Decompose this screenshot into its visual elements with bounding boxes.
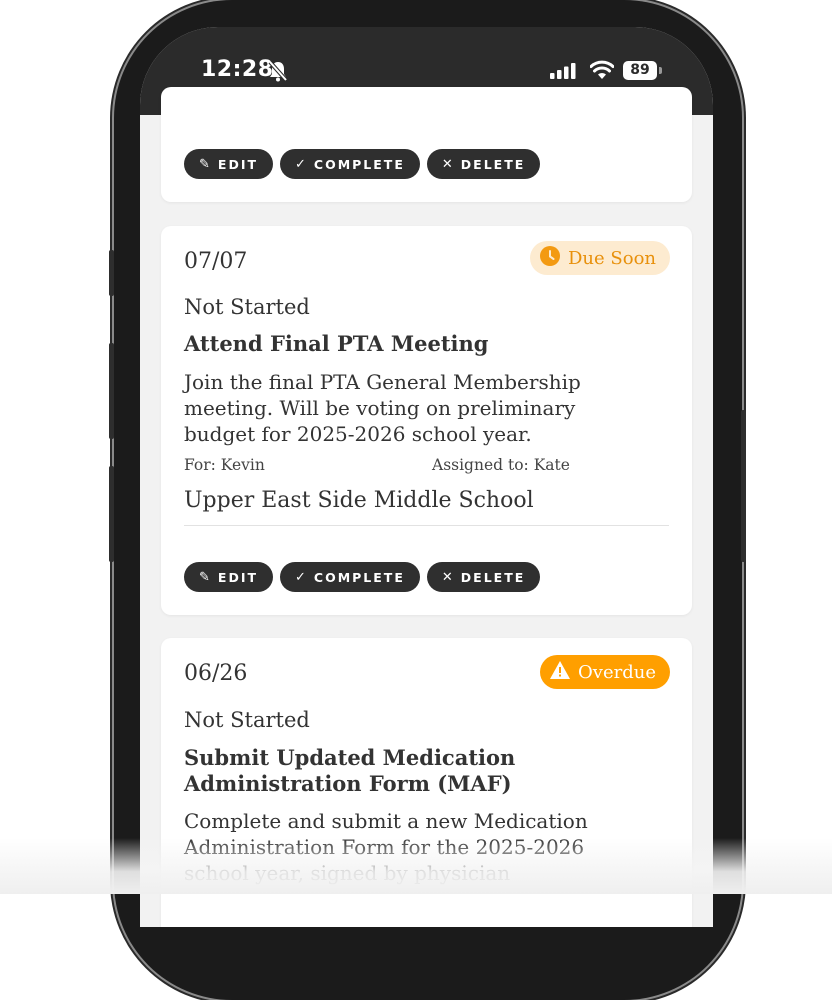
card-actions: ✎ EDIT ✓ COMPLETE ✕ DELETE [184,149,541,179]
edit-label: EDIT [217,569,258,585]
complete-button[interactable]: ✓ COMPLETE [280,149,420,179]
complete-button[interactable]: ✓ COMPLETE [280,562,420,592]
delete-button[interactable]: ✕ DELETE [426,149,541,179]
card-actions: ✎ EDIT ✓ COMPLETE ✕ DELETE [184,562,541,592]
edit-button[interactable]: ✎ EDIT [184,562,273,592]
checkmark-icon: ✓ [295,569,306,585]
volume-down-button [109,466,114,562]
power-button [741,410,746,562]
due-date: 06/26 [184,661,248,686]
wifi-icon [589,60,615,84]
due-date: 07/07 [184,249,248,274]
pencil-icon: ✎ [199,569,210,585]
due-soon-badge: Due Soon [530,241,670,275]
clock: 12:28 [201,57,274,82]
task-card: ✎ EDIT ✓ COMPLETE ✕ DELETE [161,87,692,202]
overdue-badge: Overdue [540,655,670,689]
complete-label: COMPLETE [313,569,405,585]
divider [184,525,669,526]
complete-label: COMPLETE [313,156,405,172]
edit-button[interactable]: ✎ EDIT [184,149,273,179]
task-status: Not Started [184,295,310,319]
battery-indicator: 89 [623,61,657,80]
delete-label: DELETE [460,569,526,585]
badge-label: Overdue [578,661,656,683]
task-title: Submit Updated Medication Administration… [184,745,516,796]
close-icon: ✕ [441,156,453,172]
for-person: For: Kevin [184,456,265,474]
bottom-fade [0,838,832,894]
checkmark-icon: ✓ [295,156,306,172]
school-name: Upper East Side Middle School [184,488,534,513]
edit-label: EDIT [217,156,258,172]
pencil-icon: ✎ [199,156,210,172]
task-status: Not Started [184,708,310,732]
task-title: Attend Final PTA Meeting [184,331,489,356]
bell-muted-icon [268,60,288,86]
task-description: Join the final PTA General Membership me… [184,370,581,446]
delete-label: DELETE [460,156,526,172]
action-button [109,250,114,296]
close-icon: ✕ [441,569,453,585]
task-card: 07/07 Due Soon Not Started Attend Final … [161,226,692,615]
clock-icon [540,245,560,271]
app-screen: 12:28 89 ✎ EDIT ✓ COMPLETE ✕ DELETE 07/0… [140,27,713,927]
volume-up-button [109,343,114,439]
cellular-signal-icon [550,63,578,83]
assigned-to: Assigned to: Kate [432,456,570,474]
battery-tip [659,67,662,74]
delete-button[interactable]: ✕ DELETE [426,562,541,592]
badge-label: Due Soon [568,247,656,269]
warning-icon [550,660,571,684]
